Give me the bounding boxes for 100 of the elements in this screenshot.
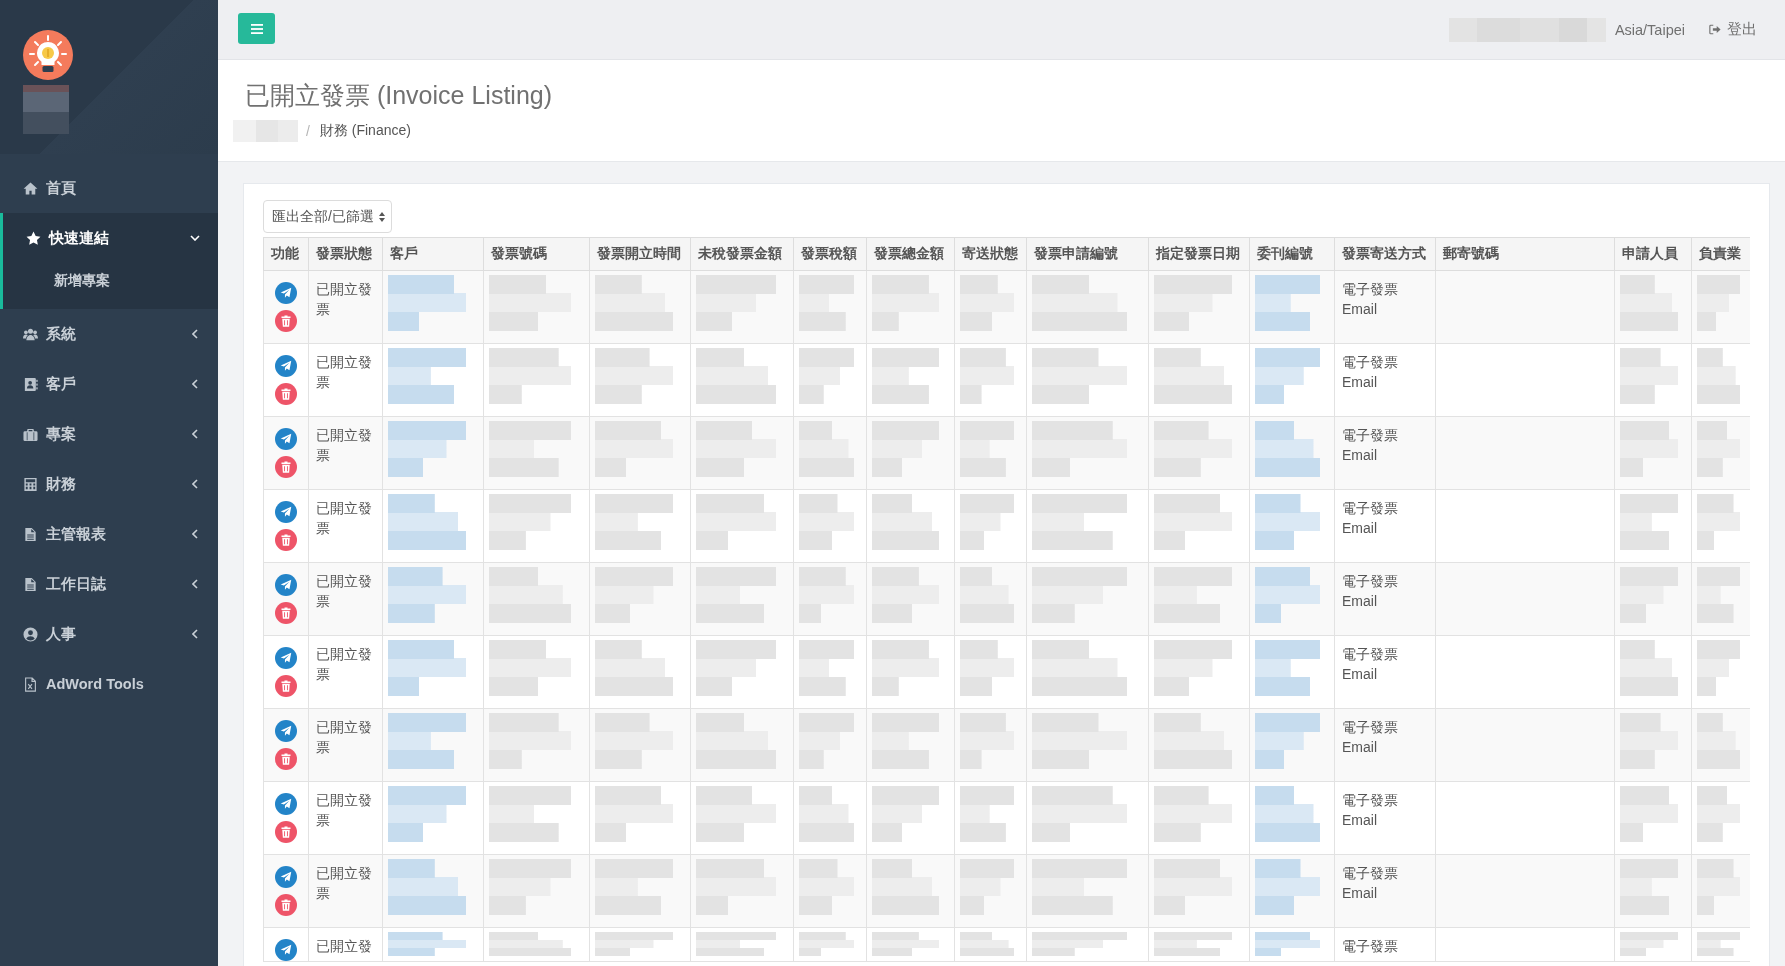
redacted-text (1620, 348, 1679, 404)
sidebar-menu-item[interactable]: 客戶 (0, 359, 218, 409)
column-header: 發票狀態 (308, 237, 383, 271)
redacted-text (1697, 348, 1741, 404)
table-cell: 已開立發票 (308, 270, 383, 344)
send-button[interactable] (275, 866, 297, 888)
paper-plane-icon (280, 652, 292, 664)
sidebar-menu-item[interactable]: 首頁 (0, 163, 218, 213)
table-cell: 已開立發票 (308, 781, 383, 855)
delete-button[interactable] (275, 383, 297, 405)
redacted-text (1255, 494, 1320, 550)
send-button[interactable] (275, 574, 297, 596)
export-select[interactable]: 匯出全部/已篩選 (263, 200, 392, 233)
paper-plane-icon (280, 798, 292, 810)
paper-plane-icon (280, 725, 292, 737)
table-cell: 已開立發票 (308, 562, 383, 636)
delete-button[interactable] (275, 675, 297, 697)
column-header: 功能 (263, 237, 309, 271)
table-cell: 電子發票 Email (1334, 416, 1436, 490)
redacted-text (799, 494, 854, 550)
sidebar-menu-item[interactable]: 主管報表 (0, 509, 218, 559)
sidebar-menu-item[interactable]: 快速連結 (0, 213, 218, 263)
delete-button[interactable] (275, 456, 297, 478)
delete-button[interactable] (275, 748, 297, 770)
delete-button[interactable] (275, 821, 297, 843)
sidebar-menu-item[interactable]: 人事 (0, 609, 218, 659)
trash-icon (280, 534, 292, 546)
delete-button[interactable] (275, 310, 297, 332)
users-icon (23, 326, 38, 342)
redacted-text (1620, 640, 1679, 696)
paper-plane-icon (280, 579, 292, 591)
delete-button[interactable] (275, 894, 297, 916)
logout-link[interactable]: 登出 (1709, 20, 1757, 39)
spreadsheet-file-icon (23, 676, 38, 692)
sidebar-menu-item[interactable]: 系統 (0, 309, 218, 359)
trash-icon (280, 826, 292, 838)
redacted-text (1255, 640, 1320, 696)
redacted-text (1255, 275, 1320, 331)
table-cell: 已開立發票 (308, 489, 383, 563)
redacted-text (960, 932, 1015, 956)
menu-toggle-button[interactable] (238, 13, 275, 44)
home-icon (23, 180, 38, 196)
sign-out-icon (1709, 24, 1721, 35)
table-cell: 電子發票 Email (1334, 708, 1436, 782)
redacted-text (960, 640, 1015, 696)
column-header: 寄送狀態 (954, 237, 1027, 271)
sidebar-submenu-item[interactable]: 新增專案 (3, 263, 218, 299)
column-header: 負責業 (1691, 237, 1750, 271)
send-button[interactable] (275, 939, 297, 961)
sidebar-menu-item[interactable]: 工作日誌 (0, 559, 218, 609)
star-icon (26, 230, 41, 246)
send-button[interactable] (275, 282, 297, 304)
redacted-text (872, 932, 940, 956)
document-icon (23, 526, 38, 542)
delete-button[interactable] (275, 529, 297, 551)
timezone-label: Asia/Taipei (1614, 21, 1685, 38)
column-header: 委刊編號 (1249, 237, 1335, 271)
column-header: 指定發票日期 (1148, 237, 1250, 271)
lightbulb-logo (23, 30, 73, 80)
column-header: 客戶 (382, 237, 484, 271)
send-button[interactable] (275, 428, 297, 450)
send-button[interactable] (275, 720, 297, 742)
table-cell: 電子發票 Email (1334, 489, 1436, 563)
redacted-text (1697, 786, 1741, 842)
sort-arrows-icon (378, 211, 385, 222)
table-cell: 已開立發票 (308, 635, 383, 709)
paper-plane-icon (280, 287, 292, 299)
redacted-text (1255, 421, 1320, 477)
sidebar-menu-item[interactable]: AdWord Tools (0, 659, 218, 709)
trash-icon (280, 461, 292, 473)
sidebar-menu-item[interactable]: 財務 (0, 459, 218, 509)
menu-icon (250, 23, 263, 34)
trash-icon (280, 607, 292, 619)
send-button[interactable] (275, 647, 297, 669)
column-header: 未稅發票金額 (690, 237, 794, 271)
redacted-text (960, 786, 1015, 842)
table-cell: 電子發票 Email (1334, 343, 1436, 417)
delete-button[interactable] (275, 602, 297, 624)
redacted-text (872, 494, 940, 550)
sidebar-menu-item[interactable]: 專案 (0, 409, 218, 459)
table-cell: 已開立發票 (308, 854, 383, 928)
trash-icon (280, 388, 292, 400)
table-cell: 已開立發 (308, 927, 383, 962)
trash-icon (280, 315, 292, 327)
breadcrumb-separator: / (306, 123, 310, 139)
redacted-breadcrumb (233, 120, 298, 142)
paper-plane-icon (280, 506, 292, 518)
column-header: 發票寄送方式 (1334, 237, 1436, 271)
page-title: 已開立發票 (Invoice Listing) (245, 80, 554, 111)
redacted-text (799, 786, 854, 842)
table-cell: 已開立發票 (308, 416, 383, 490)
send-button[interactable] (275, 501, 297, 523)
table-cell: 電子發票 Email (1334, 270, 1436, 344)
send-button[interactable] (275, 793, 297, 815)
trash-icon (280, 899, 292, 911)
send-button[interactable] (275, 355, 297, 377)
contact-card-icon (23, 376, 38, 392)
table-cell: 已開立發票 (308, 708, 383, 782)
paper-plane-icon (280, 433, 292, 445)
document-icon (23, 576, 38, 592)
